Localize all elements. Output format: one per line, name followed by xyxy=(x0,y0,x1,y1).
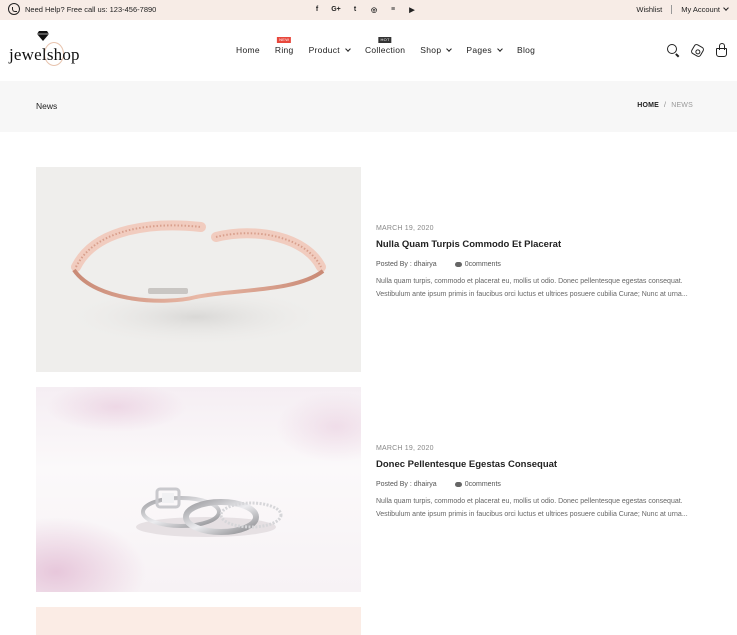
nav-label: Pages xyxy=(466,45,492,55)
comments-count: 0comments xyxy=(464,261,501,268)
nav-collection[interactable]: HOT Collection xyxy=(364,37,406,55)
nav-label: Blog xyxy=(516,45,536,55)
youtube-icon[interactable]: ▶ xyxy=(408,5,416,14)
post-meta: MARCH 19, 2020 Nulla Quam Turpis Commodo… xyxy=(376,225,696,301)
nav-label: Ring xyxy=(274,45,294,55)
main-nav: Home NEW Ring Product HOT Collection Shop … xyxy=(236,37,550,55)
nav-label: Home xyxy=(236,45,260,55)
my-account-label: My Account xyxy=(681,5,720,14)
post-title[interactable]: Donec Pellentesque Egestas Consequat xyxy=(376,459,696,470)
post-date: MARCH 19, 2020 xyxy=(376,445,434,452)
post-author: Posted By : dhairya xyxy=(376,261,437,268)
header-icons xyxy=(666,42,729,58)
post-comments[interactable]: 0comments xyxy=(454,481,501,488)
chevron-down-icon xyxy=(345,45,351,52)
instagram-icon[interactable]: ◎ xyxy=(370,5,378,14)
divider xyxy=(671,5,673,14)
account-links: Wishlist My Account xyxy=(636,5,729,14)
top-bar: Need Help? Free call us: 123-456-7890 f … xyxy=(0,0,737,20)
help-text: Need Help? Free call us: 123-456-7890 xyxy=(25,4,157,14)
post-excerpt: Nulla quam turpis, commodo et placerat e… xyxy=(376,278,688,298)
google-plus-icon[interactable]: G+ xyxy=(331,5,341,14)
help-contact: Need Help? Free call us: 123-456-7890 xyxy=(8,3,156,15)
nav-label: Collection xyxy=(364,45,406,55)
post-image-bracelet[interactable] xyxy=(36,167,361,372)
chevron-down-icon xyxy=(723,5,729,11)
my-account-menu[interactable]: My Account xyxy=(681,5,729,14)
search-icon[interactable] xyxy=(666,43,680,58)
wishlist-link[interactable]: Wishlist xyxy=(636,5,662,14)
rss-icon[interactable]: ≡ xyxy=(389,5,397,14)
cart-icon[interactable] xyxy=(715,43,729,57)
post-byline: Posted By : dhairya 0comments xyxy=(376,481,696,488)
nav-pages[interactable]: Pages xyxy=(466,45,503,55)
post-date: MARCH 19, 2020 xyxy=(376,225,434,232)
site-header: jewelshop Home NEW Ring Product HOT Collec… xyxy=(0,20,737,81)
post-byline: Posted By : dhairya 0comments xyxy=(376,261,696,268)
comments-count: 0comments xyxy=(464,481,501,488)
chevron-down-icon xyxy=(497,45,503,52)
logo-text: jewelshop xyxy=(9,45,80,64)
nav-blog[interactable]: Blog xyxy=(517,45,535,55)
rings-image xyxy=(36,387,361,592)
settings-icon[interactable] xyxy=(689,42,706,58)
comment-icon xyxy=(454,262,462,267)
page-title: News xyxy=(36,101,58,111)
nav-home[interactable]: Home xyxy=(236,45,260,55)
bracelet-image xyxy=(61,220,331,347)
chevron-down-icon xyxy=(446,45,453,52)
logo[interactable]: jewelshop xyxy=(9,30,84,72)
facebook-icon[interactable]: f xyxy=(313,5,321,14)
nav-ring[interactable]: NEW Ring xyxy=(274,37,294,55)
nav-product[interactable]: Product xyxy=(308,45,351,55)
post-image-rings[interactable] xyxy=(36,387,361,592)
social-links: f G+ t ◎ ≡ ▶ xyxy=(313,5,416,14)
hot-badge: HOT xyxy=(378,37,392,43)
post-excerpt: Nulla quam turpis, commodo et placerat e… xyxy=(376,498,688,518)
nav-shop[interactable]: Shop xyxy=(420,45,453,55)
new-badge: NEW xyxy=(277,37,292,43)
post-comments[interactable]: 0comments xyxy=(454,261,501,268)
post-author: Posted By : dhairya xyxy=(376,481,437,488)
whatsapp-icon xyxy=(8,3,20,15)
comment-icon xyxy=(454,482,462,487)
post-title[interactable]: Nulla Quam Turpis Commodo Et Placerat xyxy=(376,239,696,250)
post-image[interactable] xyxy=(36,607,361,635)
post-meta: MARCH 19, 2020 Donec Pellentesque Egesta… xyxy=(376,445,696,521)
breadcrumb: HOME / NEWS xyxy=(637,102,693,109)
nav-label: Product xyxy=(308,45,340,55)
breadcrumb-home-link[interactable]: HOME xyxy=(637,102,659,109)
nav-label: Shop xyxy=(420,45,442,55)
twitter-icon[interactable]: t xyxy=(351,5,359,14)
breadcrumb-section: News HOME / NEWS xyxy=(0,81,737,132)
breadcrumb-separator: / xyxy=(664,102,667,109)
diamond-icon xyxy=(37,31,49,41)
breadcrumb-current: NEWS xyxy=(671,102,693,109)
